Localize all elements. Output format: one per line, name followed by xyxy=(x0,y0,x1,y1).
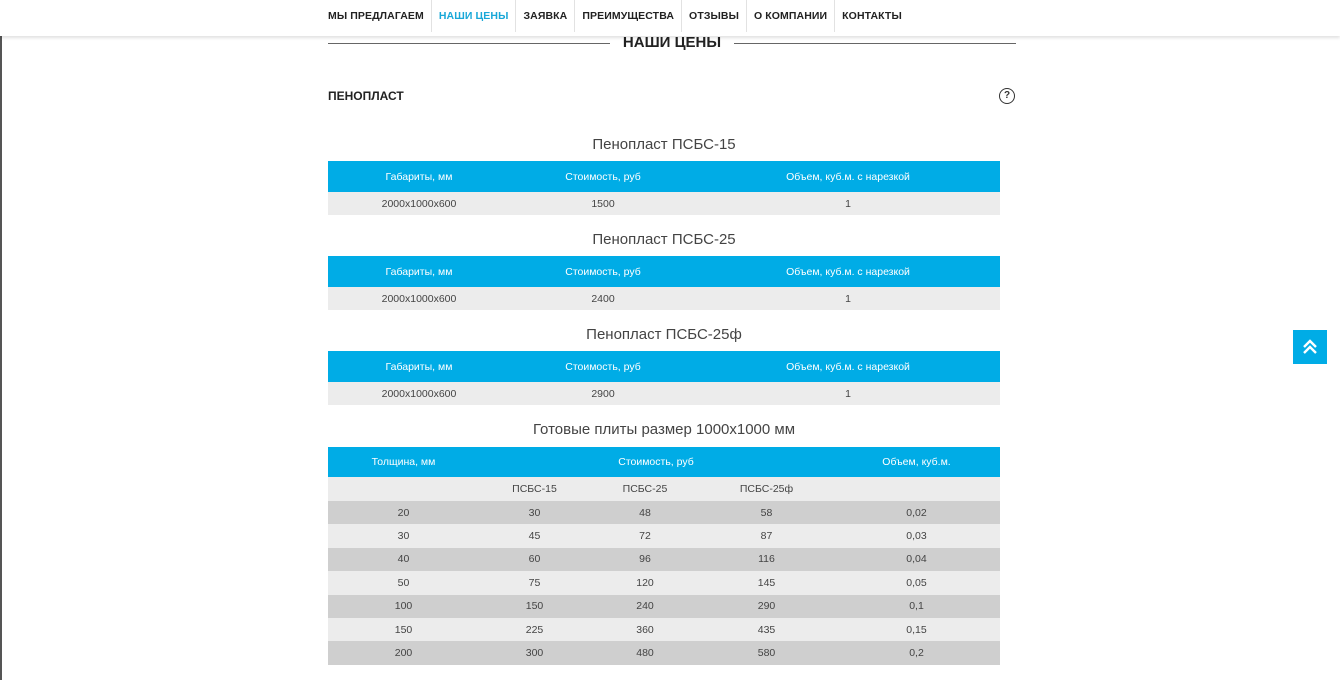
cell-psbs25f: 435 xyxy=(700,617,833,642)
table-title-psbs25: Пенопласт ПСБС-25 xyxy=(592,231,736,248)
cell-volume: 1 xyxy=(696,382,1000,405)
cell-psbs15: 45 xyxy=(479,524,590,548)
header-cost: Стоимость, руб xyxy=(510,161,696,192)
header-volume: Объем, куб.м. с нарезкой xyxy=(696,256,1000,287)
cell-volume: 1 xyxy=(696,192,1000,215)
cell-volume: 0,1 xyxy=(833,594,1000,618)
header-cost: Стоимость, руб xyxy=(479,447,833,477)
cell-psbs25: 480 xyxy=(590,641,700,665)
cell-psbs25f: 116 xyxy=(700,547,833,572)
header-thickness: Толщина, мм xyxy=(328,447,479,477)
nav-item-request[interactable]: ЗАЯВКА xyxy=(516,0,576,32)
table-row: 40 60 96 116 0,04 xyxy=(328,547,1000,572)
cell-psbs25: 72 xyxy=(590,524,700,548)
subheader-psbs15: ПСБС-15 xyxy=(479,477,590,501)
nav-menu: МЫ ПРЕДЛАГАЕМ НАШИ ЦЕНЫ ЗАЯВКА ПРЕИМУЩЕС… xyxy=(321,0,909,32)
cell-volume: 1 xyxy=(696,287,1000,310)
cell-volume: 0,02 xyxy=(833,501,1000,525)
scroll-to-top-button[interactable] xyxy=(1293,330,1327,364)
subheader-psbs25: ПСБС-25 xyxy=(590,477,700,501)
cell-psbs25f: 290 xyxy=(700,594,833,618)
price-table-psbs15: Габариты, мм Стоимость, руб Объем, куб.м… xyxy=(328,161,1000,215)
header-cost: Стоимость, руб xyxy=(510,256,696,287)
cell-thickness: 150 xyxy=(328,617,479,642)
cell-volume: 0,05 xyxy=(833,571,1000,595)
table-title-psbs25f: Пенопласт ПСБС-25ф xyxy=(586,326,742,343)
table-row: 2000x1000x600 1500 1 xyxy=(328,192,1000,215)
cell-cost: 2400 xyxy=(510,287,696,310)
nav-item-contacts[interactable]: КОНТАКТЫ xyxy=(835,0,909,32)
heading-line-right xyxy=(734,43,1016,44)
cell-thickness: 30 xyxy=(328,524,479,548)
cell-thickness: 40 xyxy=(328,547,479,572)
nav-item-advantages[interactable]: ПРЕИМУЩЕСТВА xyxy=(575,0,683,32)
header-volume: Объем, куб.м. с нарезкой xyxy=(696,161,1000,192)
price-table-psbs25: Габариты, мм Стоимость, руб Объем, куб.м… xyxy=(328,256,1000,310)
double-chevron-up-icon xyxy=(1303,339,1317,354)
cell-psbs25f: 580 xyxy=(700,641,833,665)
plates-price-table: Толщина, мм Стоимость, руб Объем, куб.м.… xyxy=(328,447,1000,665)
cell-thickness: 100 xyxy=(328,594,479,618)
header-dimensions: Габариты, мм xyxy=(328,256,510,287)
table-row: 200 300 480 580 0,2 xyxy=(328,641,1000,665)
table-row: 30 45 72 87 0,03 xyxy=(328,524,1000,548)
cell-thickness: 50 xyxy=(328,571,479,595)
table-row: 2000x1000x600 2900 1 xyxy=(328,382,1000,405)
cell-volume: 0,15 xyxy=(833,617,1000,642)
cell-psbs25: 48 xyxy=(590,501,700,525)
cell-volume: 0,2 xyxy=(833,641,1000,665)
table-header-row: Габариты, мм Стоимость, руб Объем, куб.м… xyxy=(328,351,1000,382)
cell-dimensions: 2000x1000x600 xyxy=(328,287,510,310)
header-volume: Объем, куб.м. xyxy=(833,447,1000,477)
category-title: ПЕНОПЛАСТ xyxy=(328,89,404,103)
table-row: 2000x1000x600 2400 1 xyxy=(328,287,1000,310)
nav-item-reviews[interactable]: ОТЗЫВЫ xyxy=(682,0,747,32)
table-title-psbs15: Пенопласт ПСБС-15 xyxy=(592,136,736,153)
table-header-row: Габариты, мм Стоимость, руб Объем, куб.м… xyxy=(328,256,1000,287)
table-header-row: Толщина, мм Стоимость, руб Объем, куб.м. xyxy=(328,447,1000,477)
cell-psbs25: 360 xyxy=(590,617,700,642)
cell-psbs25: 120 xyxy=(590,571,700,595)
table-row: 20 30 48 58 0,02 xyxy=(328,501,1000,525)
cell-psbs15: 300 xyxy=(479,641,590,665)
cell-psbs25: 240 xyxy=(590,594,700,618)
cell-volume: 0,03 xyxy=(833,524,1000,548)
nav-item-about[interactable]: О КОМПАНИИ xyxy=(747,0,836,32)
table-header-row: Габариты, мм Стоимость, руб Объем, куб.м… xyxy=(328,161,1000,192)
cell-psbs15: 60 xyxy=(479,547,590,572)
header-dimensions: Габариты, мм xyxy=(328,351,510,382)
subheader-empty xyxy=(833,477,1000,501)
cell-cost: 2900 xyxy=(510,382,696,405)
cell-psbs15: 30 xyxy=(479,501,590,525)
header-dimensions: Габариты, мм xyxy=(328,161,510,192)
cell-psbs25f: 145 xyxy=(700,571,833,595)
cell-thickness: 200 xyxy=(328,641,479,665)
nav-item-prices[interactable]: НАШИ ЦЕНЫ xyxy=(432,0,517,32)
subheader-empty xyxy=(328,477,479,501)
cell-dimensions: 2000x1000x600 xyxy=(328,192,510,215)
header-cost: Стоимость, руб xyxy=(510,351,696,382)
table-row: 100 150 240 290 0,1 xyxy=(328,594,1000,618)
table-row: 150 225 360 435 0,15 xyxy=(328,617,1000,642)
table-subheader-row: ПСБС-15 ПСБС-25 ПСБС-25ф xyxy=(328,477,1000,501)
cell-psbs25: 96 xyxy=(590,547,700,572)
table-row: 50 75 120 145 0,05 xyxy=(328,571,1000,595)
cell-thickness: 20 xyxy=(328,501,479,525)
cell-psbs25f: 58 xyxy=(700,501,833,525)
table-title-plates: Готовые плиты размер 1000x1000 мм xyxy=(532,421,796,438)
nav-item-offer[interactable]: МЫ ПРЕДЛАГАЕМ xyxy=(321,0,432,32)
cell-psbs15: 225 xyxy=(479,617,590,642)
top-navigation: МЫ ПРЕДЛАГАЕМ НАШИ ЦЕНЫ ЗАЯВКА ПРЕИМУЩЕС… xyxy=(0,0,1340,36)
cell-cost: 1500 xyxy=(510,192,696,215)
window-left-border xyxy=(0,0,2,680)
price-table-psbs25f: Габариты, мм Стоимость, руб Объем, куб.м… xyxy=(328,351,1000,405)
question-circle-icon[interactable]: ? xyxy=(999,88,1015,104)
header-volume: Объем, куб.м. с нарезкой xyxy=(696,351,1000,382)
subheader-psbs25f: ПСБС-25ф xyxy=(700,477,833,501)
cell-psbs25f: 87 xyxy=(700,524,833,548)
cell-psbs15: 75 xyxy=(479,571,590,595)
cell-psbs15: 150 xyxy=(479,594,590,618)
cell-dimensions: 2000x1000x600 xyxy=(328,382,510,405)
cell-volume: 0,04 xyxy=(833,547,1000,572)
